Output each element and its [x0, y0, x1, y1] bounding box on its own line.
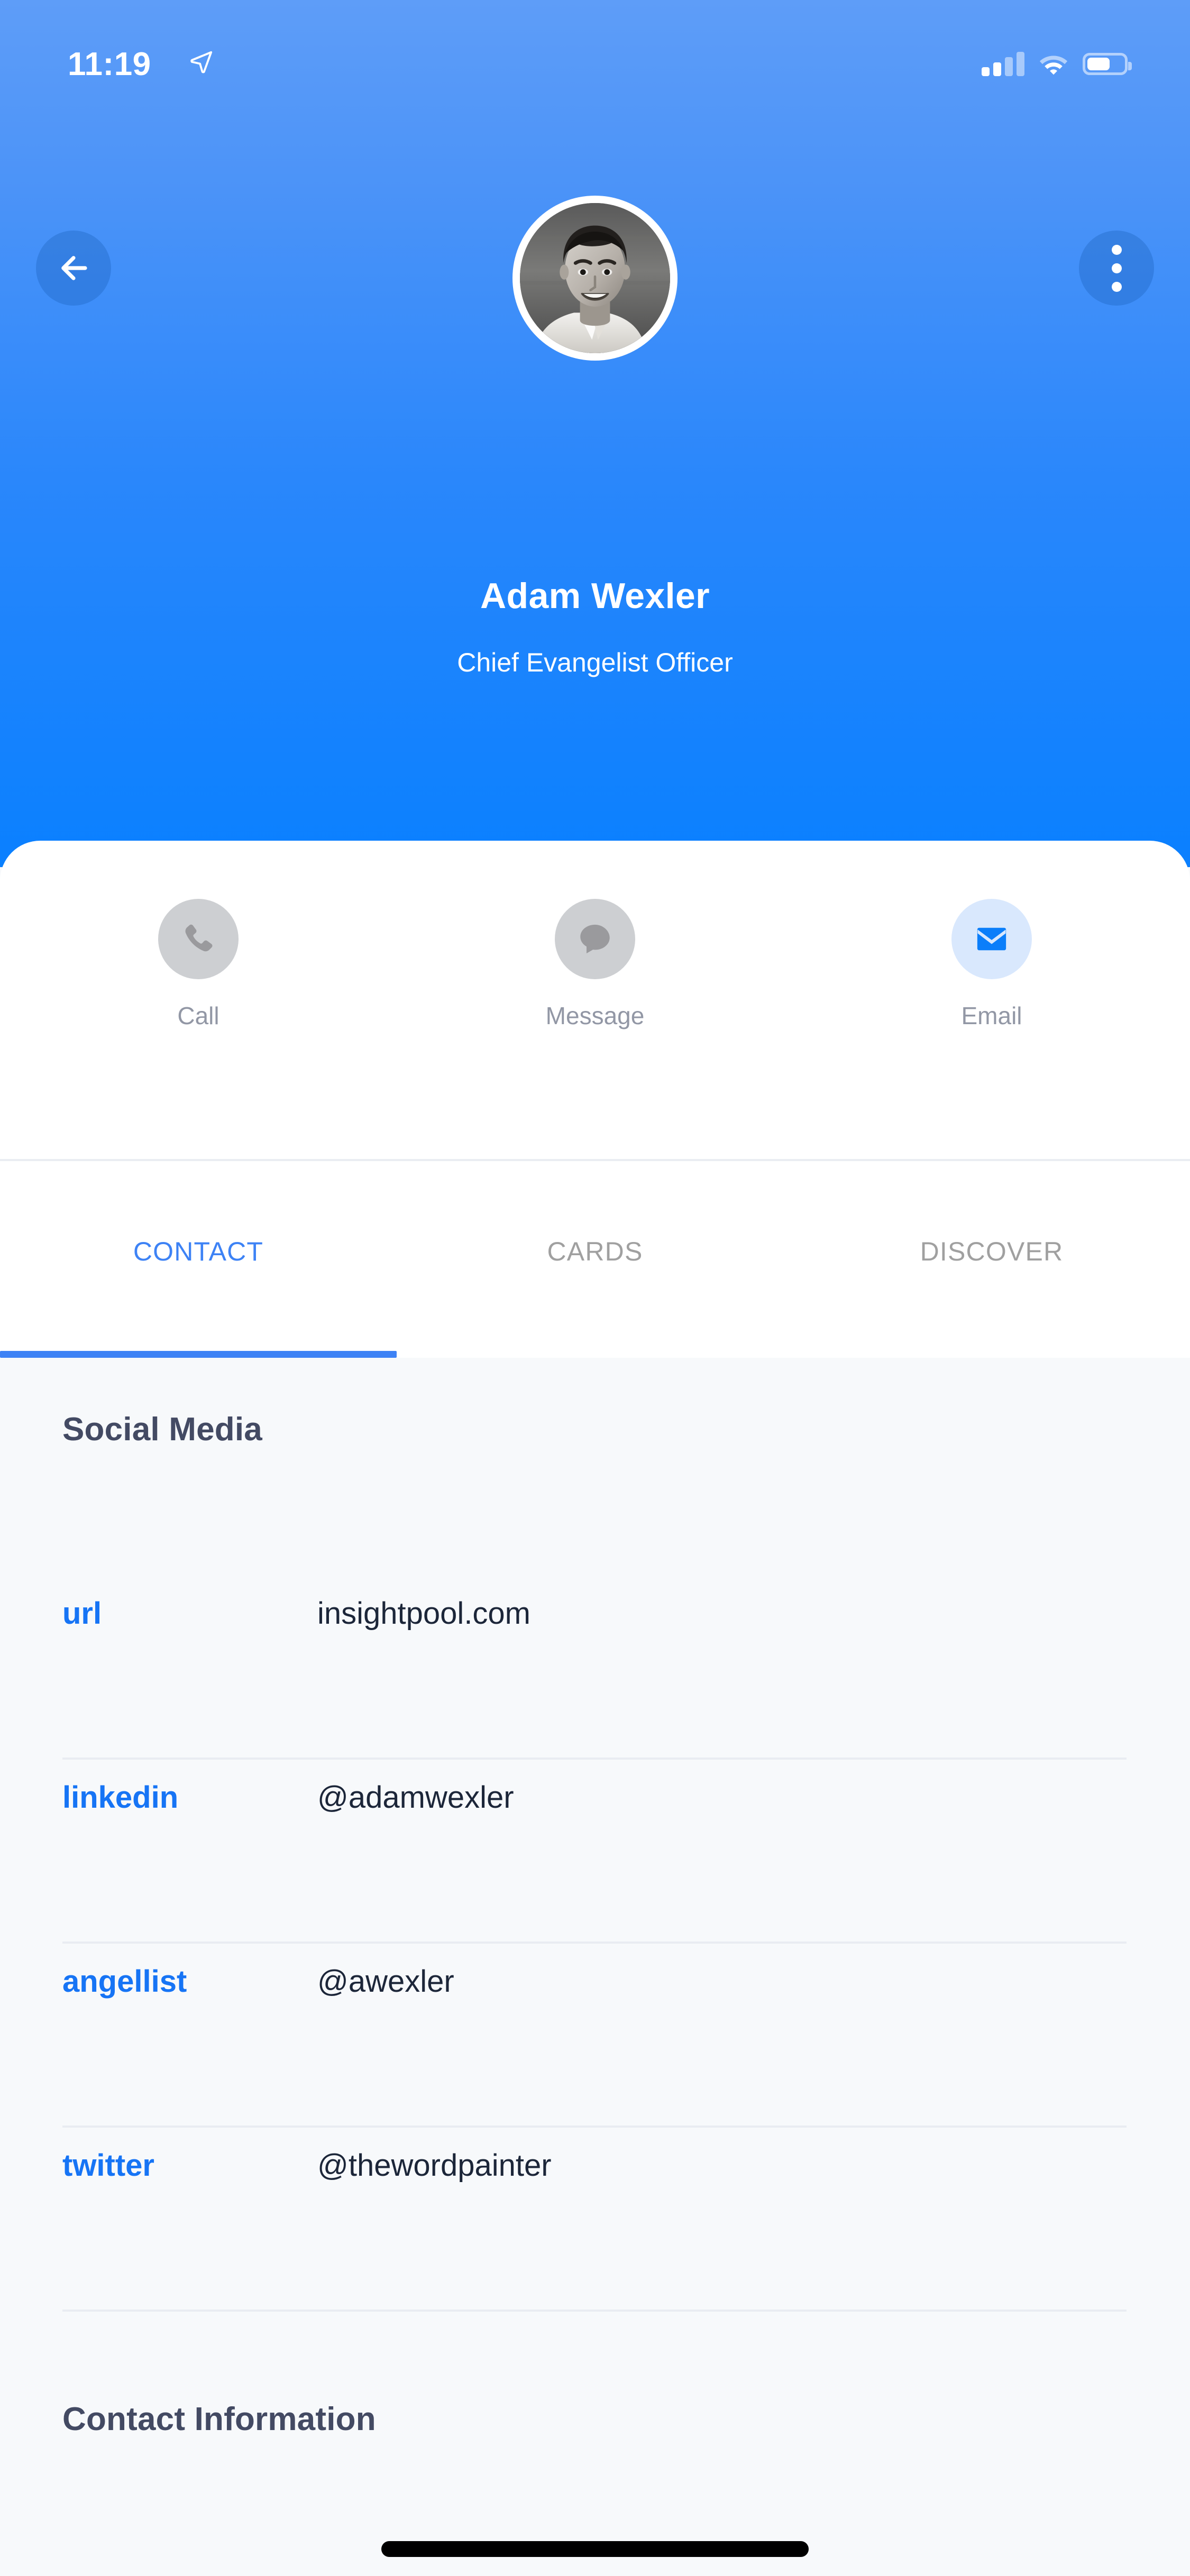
social-value: @thewordpainter	[317, 2148, 552, 2183]
email-button[interactable]: Email	[793, 899, 1190, 1030]
email-label: Email	[961, 1002, 1022, 1029]
social-label: linkedin	[62, 1780, 179, 1815]
tab-cards[interactable]: CARDS	[397, 1161, 793, 1358]
avatar[interactable]	[512, 196, 678, 361]
tab-contact-label: CONTACT	[133, 1237, 264, 1266]
home-indicator[interactable]	[381, 2541, 809, 2557]
contact-information-heading: Contact Information	[62, 2401, 376, 2437]
tab-cards-label: CARDS	[547, 1237, 643, 1266]
social-label: angellist	[62, 1964, 187, 1999]
call-label: Call	[177, 1002, 219, 1029]
more-vertical-icon	[1111, 244, 1122, 292]
tab-discover-label: DISCOVER	[920, 1237, 1064, 1266]
call-button[interactable]: Call	[0, 899, 397, 1030]
tab-active-indicator	[0, 1351, 397, 1358]
back-button[interactable]	[36, 231, 111, 306]
social-value: @adamwexler	[317, 1780, 514, 1815]
phone-screen: 11:19 Adam Wexler Chief Evangelist Offic…	[0, 0, 1190, 2576]
list-item[interactable]: url insightpool.com	[0, 1576, 1190, 1760]
actions-card: Call Message Email CONTACT CARDS DISCOVE…	[0, 841, 1190, 1358]
social-label: url	[62, 1596, 102, 1631]
profile-job-title: Chief Evangelist Officer	[457, 648, 733, 677]
list-item[interactable]: linkedin @adamwexler	[0, 1760, 1190, 1944]
list-item[interactable]: angellist @awexler	[0, 1944, 1190, 2128]
page-title: Adam Wexler	[480, 576, 710, 616]
quick-actions-row: Call Message Email	[0, 899, 1190, 1030]
location-arrow-icon	[190, 51, 213, 73]
message-button[interactable]: Message	[397, 899, 793, 1030]
more-options-button[interactable]	[1079, 231, 1154, 306]
tab-contact[interactable]: CONTACT	[0, 1161, 397, 1358]
cellular-signal-icon	[982, 52, 1024, 76]
avatar-portrait-image	[520, 203, 670, 353]
wifi-icon	[1039, 56, 1068, 75]
battery-icon	[1083, 53, 1132, 75]
status-bar-time: 11:19	[68, 46, 151, 82]
call-icon-circle	[158, 899, 239, 979]
social-value: insightpool.com	[317, 1596, 530, 1631]
row-separator	[62, 2310, 1127, 2312]
avatar-photo	[520, 203, 670, 353]
chat-bubble-icon	[580, 924, 610, 954]
profile-header: 11:19 Adam Wexler Chief Evangelist Offic…	[0, 0, 1190, 867]
tab-discover[interactable]: DISCOVER	[793, 1161, 1190, 1358]
list-item[interactable]: twitter @thewordpainter	[0, 2128, 1190, 2312]
email-icon-circle	[951, 899, 1032, 979]
arrow-left-icon	[61, 256, 87, 280]
social-value: @awexler	[317, 1964, 454, 1999]
message-icon-circle	[555, 899, 635, 979]
message-label: Message	[545, 1002, 645, 1029]
envelope-icon	[977, 927, 1006, 951]
status-bar-indicators	[982, 52, 1132, 76]
tab-bar: CONTACT CARDS DISCOVER	[0, 1161, 1190, 1358]
status-bar: 11:19	[0, 0, 1190, 111]
social-media-list: url insightpool.com linkedin @adamwexler…	[0, 1576, 1190, 2312]
phone-icon	[185, 924, 213, 952]
social-label: twitter	[62, 2148, 154, 2183]
social-media-heading: Social Media	[62, 1411, 262, 1448]
